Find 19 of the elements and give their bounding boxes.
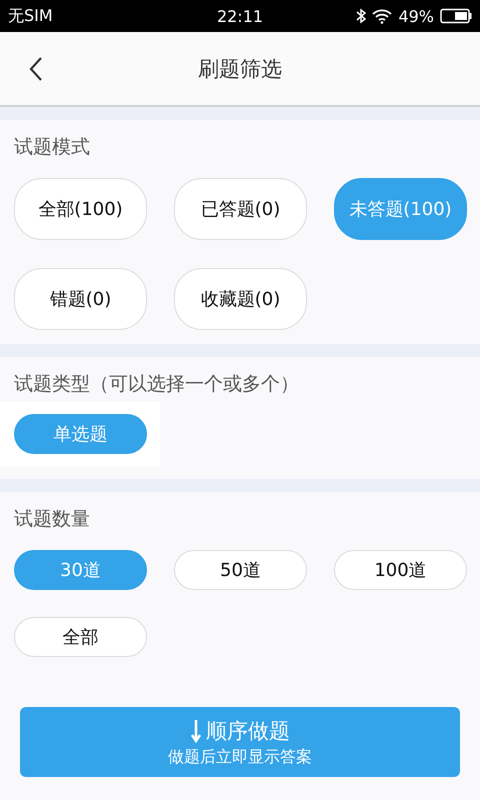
- clock-text: 22:11: [216, 6, 264, 26]
- battery-icon: [440, 8, 472, 24]
- filter-option[interactable]: 50道: [174, 550, 307, 590]
- filter-option[interactable]: 收藏题(0): [174, 268, 307, 330]
- back-icon: [29, 56, 43, 82]
- filter-option[interactable]: 全部: [14, 617, 147, 657]
- wifi-icon: [372, 8, 392, 24]
- section-title: 试题类型（可以选择一个或多个）: [13, 372, 300, 397]
- bluetooth-icon: [356, 8, 366, 24]
- carrier-text: 无SIM: [8, 6, 53, 26]
- section-title: 试题数量: [13, 507, 91, 532]
- section-title: 试题模式: [13, 135, 91, 160]
- page-title: 刷题筛选: [198, 56, 282, 82]
- filter-option[interactable]: 100道: [334, 550, 467, 590]
- filter-option[interactable]: 已答题(0): [174, 178, 307, 240]
- battery-text: 49%: [398, 6, 434, 26]
- down-arrow-icon: [190, 718, 202, 742]
- filter-option[interactable]: 全部(100): [14, 178, 147, 240]
- filter-option[interactable]: 错题(0): [14, 268, 147, 330]
